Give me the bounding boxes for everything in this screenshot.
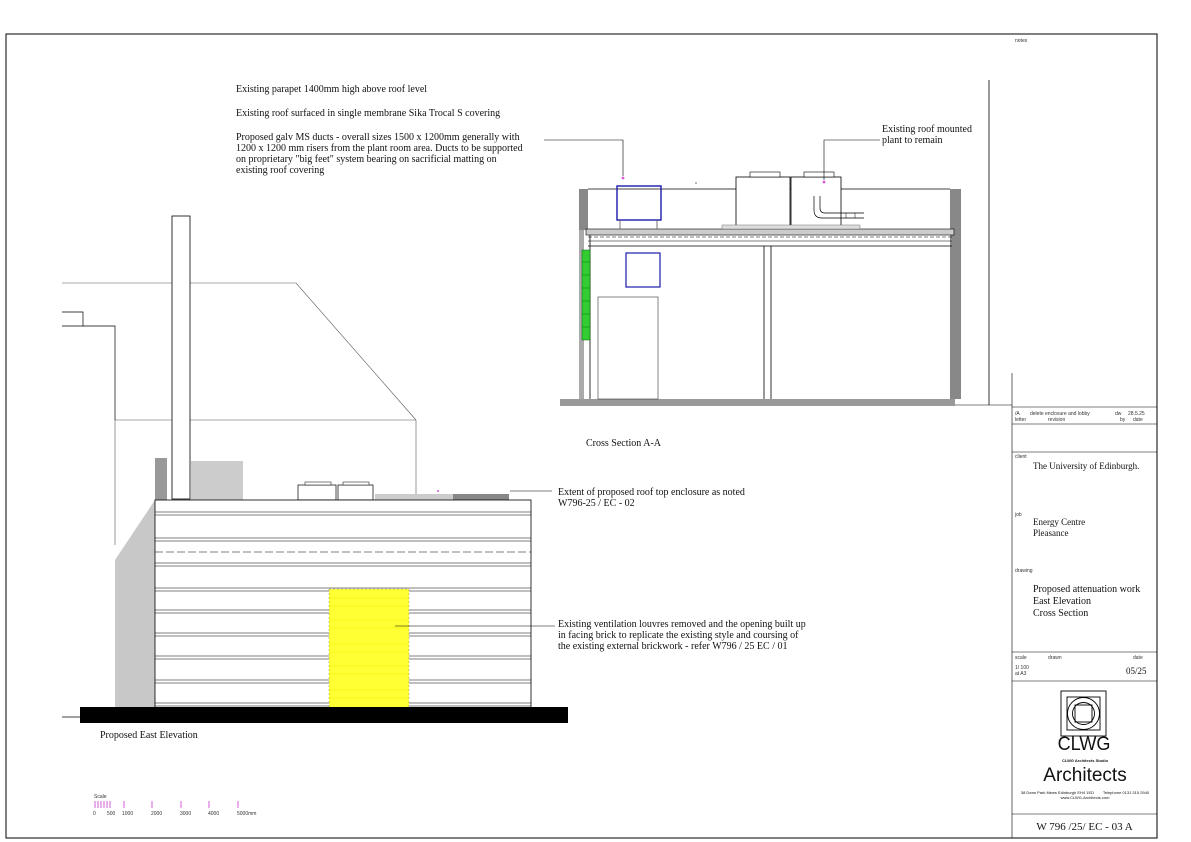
clwg-logo-mark bbox=[1060, 690, 1107, 737]
roof-duct bbox=[616, 185, 662, 221]
note-enclosure: Extent of proposed roof top enclosure as… bbox=[558, 487, 745, 509]
note-louvres: Existing ventilation louvres removed and… bbox=[558, 619, 806, 652]
drawing-sheet bbox=[5, 33, 1158, 839]
cross-section-title: Cross Section A-A bbox=[586, 438, 661, 449]
east-elevation bbox=[62, 215, 568, 723]
scale-tick-label: 5000mm bbox=[237, 811, 257, 817]
drawing-number: W 796 /25/ EC - 03 A bbox=[1036, 821, 1133, 833]
date-value: 05/25 bbox=[1126, 666, 1147, 676]
client-label: client bbox=[1015, 454, 1027, 460]
scale-tick-label: 500 bbox=[107, 811, 116, 817]
logo-name: CLWG bbox=[1057, 734, 1111, 755]
scale-label: Scale bbox=[94, 794, 107, 800]
scale-tick-label: 1000 bbox=[122, 811, 134, 817]
scale-tick-label: 3000 bbox=[180, 811, 192, 817]
drawing-label: drawing bbox=[1015, 568, 1033, 574]
note-ducts: Proposed galv MS ducts - overall sizes 1… bbox=[236, 132, 523, 176]
elevation-title: Proposed East Elevation bbox=[100, 730, 198, 741]
note-roof-covering: Existing roof surfaced in single membran… bbox=[236, 108, 501, 119]
logo-subtitle: CLWG Architects Studio bbox=[1061, 758, 1109, 763]
scale-tick-label: 0 bbox=[93, 811, 96, 817]
note-parapet: Existing parapet 1400mm high above roof … bbox=[236, 84, 428, 95]
revision-col-by: by bbox=[1120, 417, 1126, 423]
job-label: job bbox=[1015, 512, 1022, 518]
job-name: Energy Centre Pleasance bbox=[1033, 517, 1086, 538]
revision-col-revision: revision bbox=[1048, 417, 1066, 423]
roof-enclosure bbox=[375, 494, 455, 500]
scale-tick-label: 2000 bbox=[151, 811, 163, 817]
office-website: www.CLWG-Architects.com bbox=[1060, 795, 1110, 800]
chimney bbox=[171, 215, 191, 500]
planting-wall bbox=[581, 249, 591, 341]
date-field-label: date bbox=[1133, 655, 1143, 661]
existing-plant bbox=[735, 176, 791, 228]
client-name: The University of Edinburgh. bbox=[1033, 461, 1140, 471]
revision-col-letter: letter bbox=[1015, 417, 1027, 423]
note-plant: Existing roof mounted plant to remain bbox=[882, 124, 972, 146]
scale-field-label: scale bbox=[1015, 655, 1027, 661]
notes-label: notes bbox=[1015, 38, 1028, 44]
scale-value: 1/ 100 at A3 bbox=[1015, 665, 1029, 677]
duct-riser bbox=[625, 252, 661, 288]
revision-col-date: date bbox=[1133, 417, 1143, 423]
scale-tick-label: 4000 bbox=[208, 811, 220, 817]
drawing-title: Proposed attenuation work East Elevation… bbox=[1033, 584, 1141, 619]
scale-bar bbox=[94, 801, 239, 808]
drawn-field-label: drawn bbox=[1048, 655, 1062, 661]
architects-wordmark: Architects bbox=[1043, 765, 1127, 786]
